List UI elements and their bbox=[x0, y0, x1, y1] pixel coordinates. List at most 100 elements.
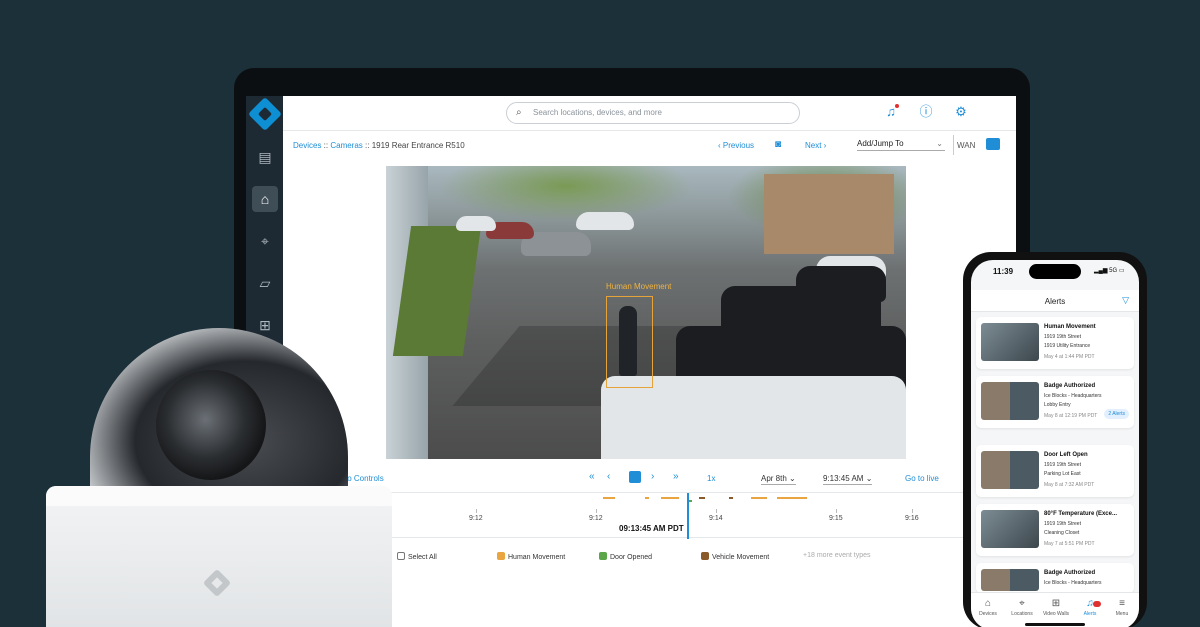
timeline[interactable]: 9:12 9:12 9:14 9:15 9:16 09:13:45 AM PDT… bbox=[283, 492, 1016, 539]
jump-to-label: Add/Jump To bbox=[857, 139, 904, 148]
filter-label: Vehicle Movement bbox=[712, 554, 770, 561]
alert-thumbnail bbox=[981, 569, 1039, 591]
pause-button[interactable] bbox=[629, 471, 641, 483]
alert-date: May 4 at 1:44 PM PDT bbox=[1044, 354, 1095, 360]
detection-box[interactable] bbox=[606, 296, 653, 388]
playhead[interactable] bbox=[687, 493, 689, 539]
alert-date: May 8 at 7:32 AM PDT bbox=[1044, 482, 1095, 488]
jump-to-select[interactable]: Add/Jump To ⌄ bbox=[857, 139, 945, 151]
timeline-event[interactable] bbox=[603, 497, 615, 499]
alert-thumbnail bbox=[981, 382, 1039, 420]
notification-dot bbox=[895, 104, 899, 108]
alerts-title: Alerts bbox=[1044, 297, 1066, 306]
feed-car bbox=[456, 216, 496, 231]
filter-vehicle-movement[interactable]: Vehicle Movement bbox=[701, 552, 769, 561]
date-picker[interactable]: Apr 8th ⌄ bbox=[761, 474, 796, 485]
alert-count-badge[interactable]: 2 Alerts bbox=[1104, 409, 1129, 419]
rewind-icon[interactable]: « bbox=[589, 471, 595, 482]
gear-icon[interactable]: ⚙ bbox=[953, 104, 969, 120]
filter-icon[interactable]: ▽ bbox=[1122, 295, 1129, 306]
playback-controls: dio Controls « ‹ › » 1x Apr 8th ⌄ 9:13:4… bbox=[283, 466, 1016, 488]
previous-button[interactable]: ‹ Previous bbox=[718, 141, 754, 150]
tab-locations[interactable]: ⌖ Locations bbox=[1005, 598, 1039, 617]
breadcrumb-cameras[interactable]: Cameras bbox=[330, 141, 362, 150]
snapshot-icon[interactable]: ◙ bbox=[775, 139, 781, 150]
checkbox-icon bbox=[397, 552, 405, 560]
search-placeholder: Search locations, devices, and more bbox=[533, 108, 662, 117]
timeline-event[interactable] bbox=[661, 497, 679, 499]
logo-icon[interactable] bbox=[248, 97, 282, 131]
feed-car bbox=[601, 376, 906, 459]
timeline-event[interactable] bbox=[645, 497, 649, 499]
go-to-live-button[interactable]: Go to live bbox=[905, 474, 939, 483]
alert-date: May 8 at 12:19 PM PDT bbox=[1044, 413, 1098, 419]
location-pin-icon[interactable]: ⌖ bbox=[252, 228, 278, 254]
search-input[interactable]: ⌕ Search locations, devices, and more bbox=[506, 102, 800, 124]
filter-select-all[interactable]: Select All bbox=[397, 552, 437, 561]
next-button[interactable]: Next › bbox=[805, 141, 826, 150]
top-bar: ⌕ Search locations, devices, and more ♫ … bbox=[283, 96, 1016, 131]
tab-alerts[interactable]: ♫ Alerts bbox=[1073, 598, 1107, 617]
fast-forward-icon[interactable]: » bbox=[673, 471, 679, 482]
tab-menu[interactable]: ≡ Menu bbox=[1105, 598, 1139, 617]
alert-device: Lobby Entry bbox=[1044, 402, 1071, 408]
sidebar-grid-icon[interactable]: ▤ bbox=[252, 144, 278, 170]
alert-device: 1919 Utility Entrance bbox=[1044, 343, 1091, 349]
video-wall-icon: ⊞ bbox=[1051, 598, 1061, 609]
security-camera-image bbox=[46, 318, 392, 627]
breadcrumb-current: 1919 Rear Entrance R510 bbox=[371, 141, 465, 150]
timeline-event[interactable] bbox=[751, 497, 767, 499]
alert-location: Ice Blocks - Headquarters bbox=[1044, 580, 1102, 586]
alert-card[interactable]: Human Movement 1919 19th Street 1919 Uti… bbox=[976, 317, 1134, 369]
alert-card[interactable]: Badge Authorized Ice Blocks - Headquarte… bbox=[976, 563, 1134, 593]
timeline-event[interactable] bbox=[699, 497, 705, 499]
divider bbox=[953, 135, 954, 155]
camera-lens bbox=[156, 370, 266, 480]
breadcrumb-devices[interactable]: Devices bbox=[293, 141, 321, 150]
step-back-icon[interactable]: ‹ bbox=[607, 471, 610, 482]
step-forward-icon[interactable]: › bbox=[651, 471, 654, 482]
tab-devices[interactable]: ⌂ Devices bbox=[971, 598, 1005, 617]
map-icon[interactable]: ▱ bbox=[252, 270, 278, 296]
alerts-header: Alerts ▽ bbox=[971, 290, 1139, 312]
checkbox-icon bbox=[497, 552, 505, 560]
monitor-icon[interactable] bbox=[986, 138, 1000, 150]
alert-location: Ice Blocks - Headquarters bbox=[1044, 393, 1102, 399]
tab-label: Menu bbox=[1115, 611, 1129, 617]
filter-door-opened[interactable]: Door Opened bbox=[599, 552, 652, 561]
tab-label: Alerts bbox=[1083, 611, 1097, 617]
camera-feed[interactable]: Human Movement bbox=[386, 166, 906, 459]
phone-clock: 11:39 bbox=[993, 267, 1014, 276]
timeline-event[interactable] bbox=[729, 497, 733, 499]
event-filters: Select All Human Movement Door Opened Ve… bbox=[283, 544, 1016, 568]
breadcrumb-separator: :: bbox=[362, 141, 372, 150]
time-picker[interactable]: 9:13:45 AM ⌄ bbox=[823, 474, 873, 485]
breadcrumb-bar: Devices :: Cameras :: 1919 Rear Entrance… bbox=[283, 131, 1016, 159]
help-icon[interactable]: ⓘ bbox=[918, 104, 934, 120]
tab-label: Devices bbox=[979, 611, 997, 617]
timeline-tick: 9:12 bbox=[589, 509, 603, 522]
alert-card[interactable]: Door Left Open 1919 19th Street Parking … bbox=[976, 445, 1134, 497]
alert-thumbnail bbox=[981, 323, 1039, 361]
bell-icon[interactable]: ♫ bbox=[883, 104, 899, 120]
alert-title: Badge Authorized bbox=[1044, 570, 1096, 576]
alerts-badge bbox=[1093, 601, 1101, 607]
breadcrumb-separator: :: bbox=[321, 141, 331, 150]
search-icon: ⌕ bbox=[516, 107, 522, 118]
alert-card[interactable]: Badge Authorized Ice Blocks - Headquarte… bbox=[976, 376, 1134, 428]
alert-title: Badge Authorized bbox=[1044, 383, 1096, 389]
timeline-tick: 9:14 bbox=[709, 509, 723, 522]
camera-base bbox=[46, 486, 392, 627]
alert-card[interactable]: 80°F Temperature (Exce... 1919 19th Stre… bbox=[976, 504, 1134, 556]
camera-icon[interactable]: ⌂ bbox=[252, 186, 278, 212]
alert-title: Human Movement bbox=[1044, 324, 1096, 330]
timeline-tick: 9:12 bbox=[469, 509, 483, 522]
menu-icon: ≡ bbox=[1119, 598, 1125, 609]
speed-select[interactable]: 1x bbox=[707, 474, 715, 483]
more-event-types[interactable]: +18 more event types bbox=[803, 552, 871, 559]
filter-human-movement[interactable]: Human Movement bbox=[497, 552, 565, 561]
checkbox-icon bbox=[599, 552, 607, 560]
tab-video-walls[interactable]: ⊞ Video Walls bbox=[1039, 598, 1073, 617]
alert-device: Cleaning Closet bbox=[1044, 530, 1080, 536]
timeline-event[interactable] bbox=[777, 497, 807, 499]
